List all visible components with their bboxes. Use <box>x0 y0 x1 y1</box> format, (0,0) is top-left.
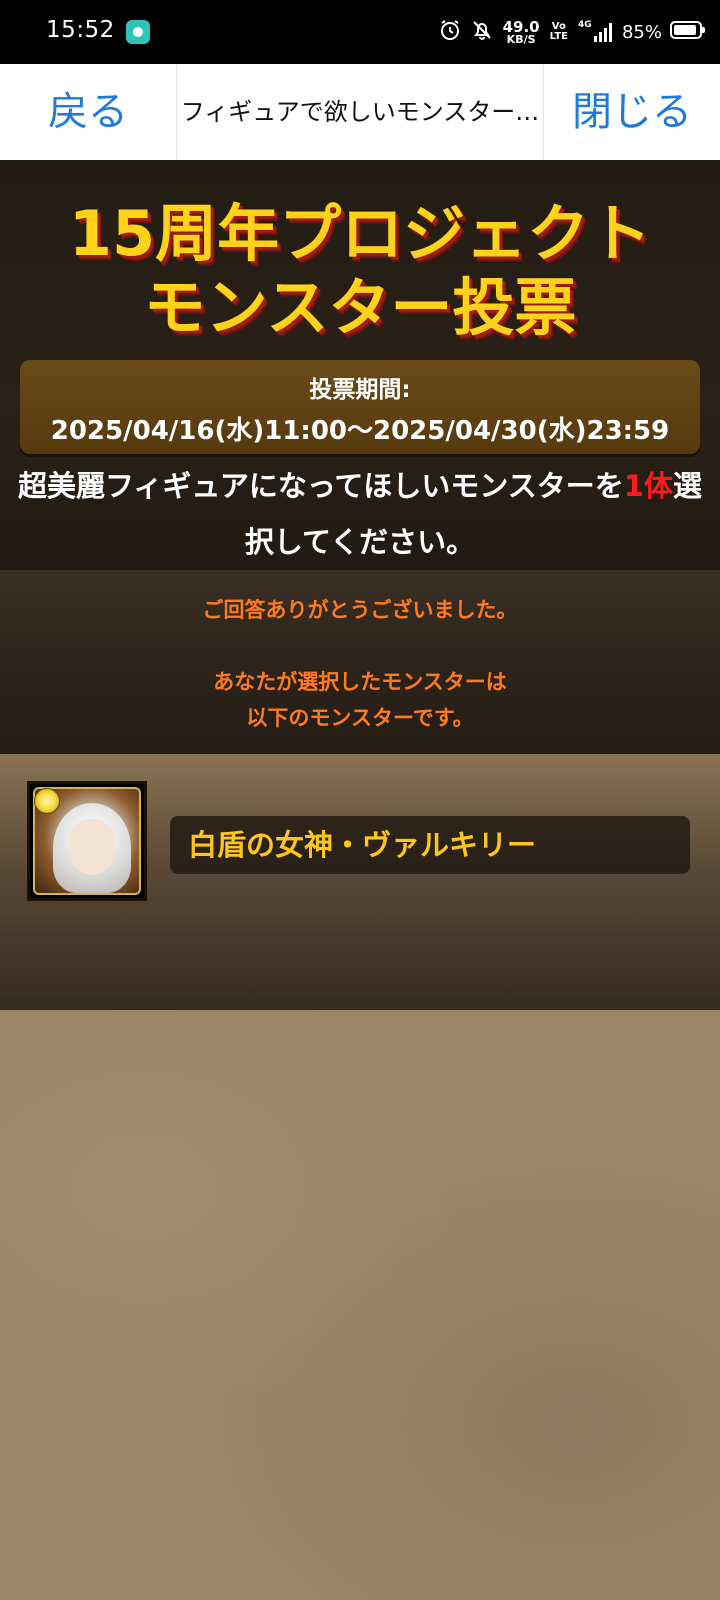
alarm-icon <box>439 19 461 46</box>
status-time: 15:52 <box>46 17 115 43</box>
vote-period-value: 2025/04/16(水)11:00〜2025/04/30(水)23:59 <box>50 416 670 446</box>
thanks-message: ご回答ありがとうございました。 あなたが選択したモンスターは 以下のモンスターで… <box>0 570 720 754</box>
vote-instruction: 超美麗フィギュアになってほしいモンスターを1体選択してください。 <box>12 458 708 570</box>
app-icon <box>126 20 150 44</box>
event-title-line1: 15周年プロジェクト <box>68 197 652 270</box>
monster-portrait-icon <box>27 781 147 901</box>
selected-monster-section: 白盾の女神・ヴァルキリー <box>0 754 720 1010</box>
net-speed: 49.0 KB/S <box>502 17 540 46</box>
vote-period-label: 投票期間: <box>309 377 411 403</box>
close-button[interactable]: 閉じる <box>543 64 720 160</box>
back-button[interactable]: 戻る <box>0 64 177 160</box>
battery-percent: 85% <box>621 21 662 43</box>
page-title: フィギュアで欲しいモンスター… <box>180 98 540 126</box>
instruction-count: 1体 <box>623 469 673 503</box>
light-attribute-icon <box>34 788 60 814</box>
volte-indicator: Vo LTE <box>549 21 568 42</box>
background-texture <box>0 1010 720 1600</box>
nav-bar: 戻る フィギュアで欲しいモンスター… 閉じる <box>0 64 720 161</box>
battery-icon <box>670 21 705 39</box>
vote-header: 15周年プロジェクト モンスター投票 投票期間: 2025/04/16(水)11… <box>0 160 720 570</box>
monster-face <box>69 819 115 875</box>
selected-monster-name: 白盾の女神・ヴァルキリー <box>170 816 690 874</box>
status-bar: 15:52 49.0 KB/S Vo LTE 4G 85% <box>0 0 720 64</box>
selected-intro-line: あなたが選択したモンスターは <box>213 670 507 694</box>
selected-intro-line2: 以下のモンスターです。 <box>246 706 474 730</box>
thanks-line: ご回答ありがとうございました。 <box>202 598 518 622</box>
instruction-text: 超美麗フィギュアになってほしいモンスターを <box>17 469 624 503</box>
bell-off-icon <box>471 19 493 46</box>
event-title-line2: モンスター投票 <box>143 271 577 344</box>
vote-period-box: 投票期間: 2025/04/16(水)11:00〜2025/04/30(水)23… <box>20 360 700 454</box>
signal-icon: 4G <box>578 20 612 42</box>
status-icons: 49.0 KB/S Vo LTE 4G 85% <box>439 16 662 48</box>
